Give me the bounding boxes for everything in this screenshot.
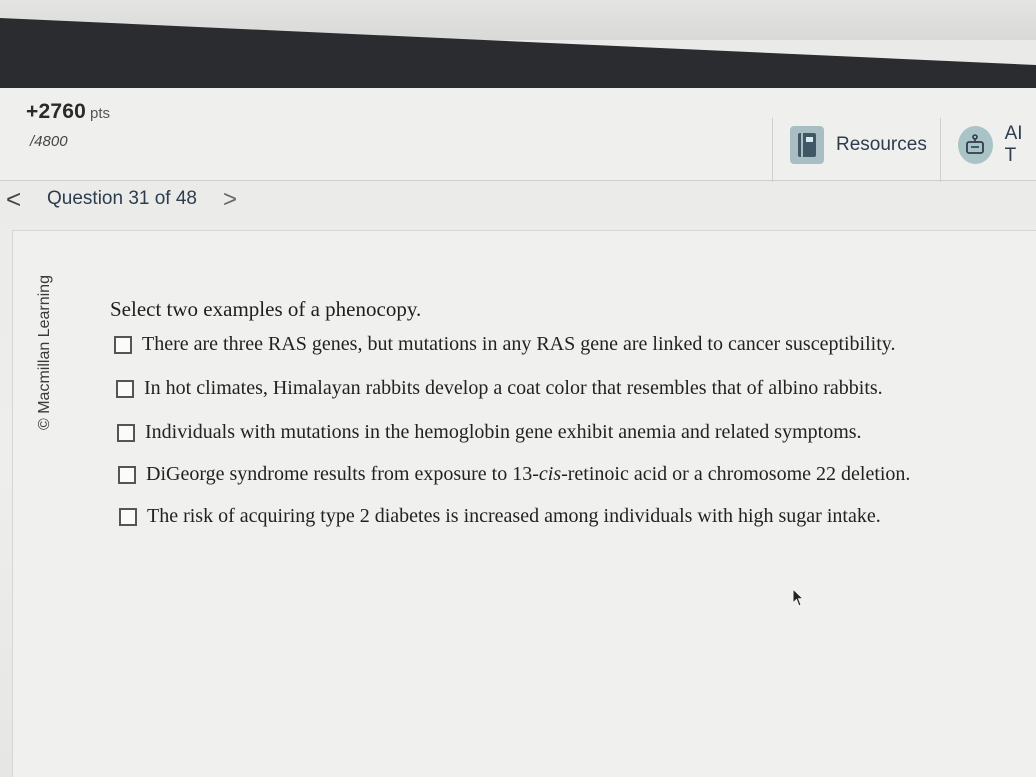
option-text-italic: cis [538, 463, 562, 485]
resources-label: Resources [836, 134, 927, 155]
copyright-label: © Macmillan Learning [36, 275, 53, 430]
option-checkbox[interactable] [119, 507, 137, 526]
option-text: There are three RAS genes, but mutations… [142, 333, 896, 355]
answer-option[interactable]: DiGeorge syndrome results from exposure … [118, 463, 910, 486]
score-unit: pts [89, 105, 110, 122]
option-text-part: DiGeorge syndrome results from exposure … [146, 463, 539, 485]
option-text: The risk of acquiring type 2 diabetes is… [147, 505, 881, 527]
question-prompt: Select two examples of a phenocopy. [110, 297, 422, 321]
resources-button[interactable]: Resources [790, 124, 927, 166]
robot-icon [958, 126, 993, 164]
header-divider [940, 118, 941, 182]
ai-tutor-button[interactable]: AI T [958, 123, 1036, 166]
option-text: Individuals with mutations in the hemogl… [145, 421, 862, 443]
option-checkbox[interactable] [117, 423, 135, 442]
book-icon [790, 126, 824, 164]
question-navigation: < Question 31 of 48 > [0, 180, 1036, 230]
option-checkbox[interactable] [116, 379, 134, 398]
answer-option[interactable]: Individuals with mutations in the hemogl… [117, 421, 862, 444]
option-checkbox[interactable] [118, 465, 136, 484]
mouse-pointer-icon [792, 588, 804, 607]
question-counter[interactable]: Question 31 of 48 [47, 188, 197, 210]
screen: +2760 pts /4800 Resources AI T < Question… [0, 0, 1036, 777]
score-total: /4800 [30, 133, 68, 150]
score-value: +2760 [26, 100, 86, 123]
header-divider [772, 118, 773, 182]
score-display: +2760 pts [26, 100, 110, 124]
option-text: In hot climates, Himalayan rabbits devel… [144, 377, 883, 399]
previous-question-button[interactable]: < [6, 184, 21, 215]
ai-label: AI T [1004, 123, 1023, 166]
answer-option[interactable]: There are three RAS genes, but mutations… [114, 333, 896, 356]
option-text-part: -retinoic acid or a chromosome 22 deleti… [561, 463, 911, 485]
next-question-button[interactable]: > [223, 186, 237, 214]
answer-option[interactable]: In hot climates, Himalayan rabbits devel… [116, 377, 883, 400]
option-checkbox[interactable] [114, 335, 132, 354]
answer-option[interactable]: The risk of acquiring type 2 diabetes is… [119, 505, 881, 528]
option-text: DiGeorge syndrome results from exposure … [146, 463, 910, 486]
